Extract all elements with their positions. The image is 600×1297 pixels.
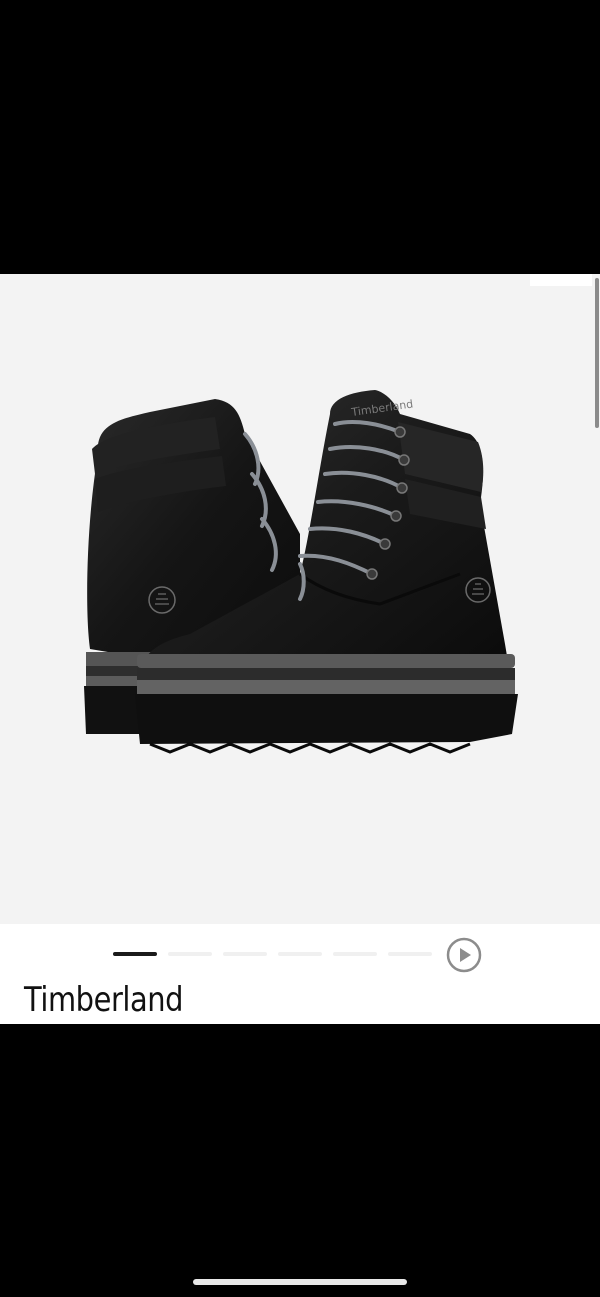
pager-dot-1[interactable] — [113, 952, 157, 956]
home-indicator[interactable] — [193, 1279, 407, 1285]
scroll-indicator — [595, 278, 599, 428]
pager-dot-2[interactable] — [168, 952, 212, 956]
pager-dot-3[interactable] — [223, 952, 267, 956]
boots-illustration: Timberland — [84, 390, 518, 754]
screen: Timberland Timberland — [0, 0, 600, 1297]
pager-dot-6[interactable] — [388, 952, 432, 956]
pager-dot-5[interactable] — [333, 952, 377, 956]
play-video-button[interactable] — [446, 937, 482, 973]
corner-tab — [530, 274, 592, 286]
image-pager — [0, 924, 600, 986]
product-card: Timberland Timberland — [0, 274, 600, 1024]
play-icon — [446, 937, 482, 973]
product-image[interactable]: Timberland — [0, 274, 600, 924]
pager-dot-4[interactable] — [278, 952, 322, 956]
brand-name[interactable]: Timberland — [24, 980, 184, 1020]
